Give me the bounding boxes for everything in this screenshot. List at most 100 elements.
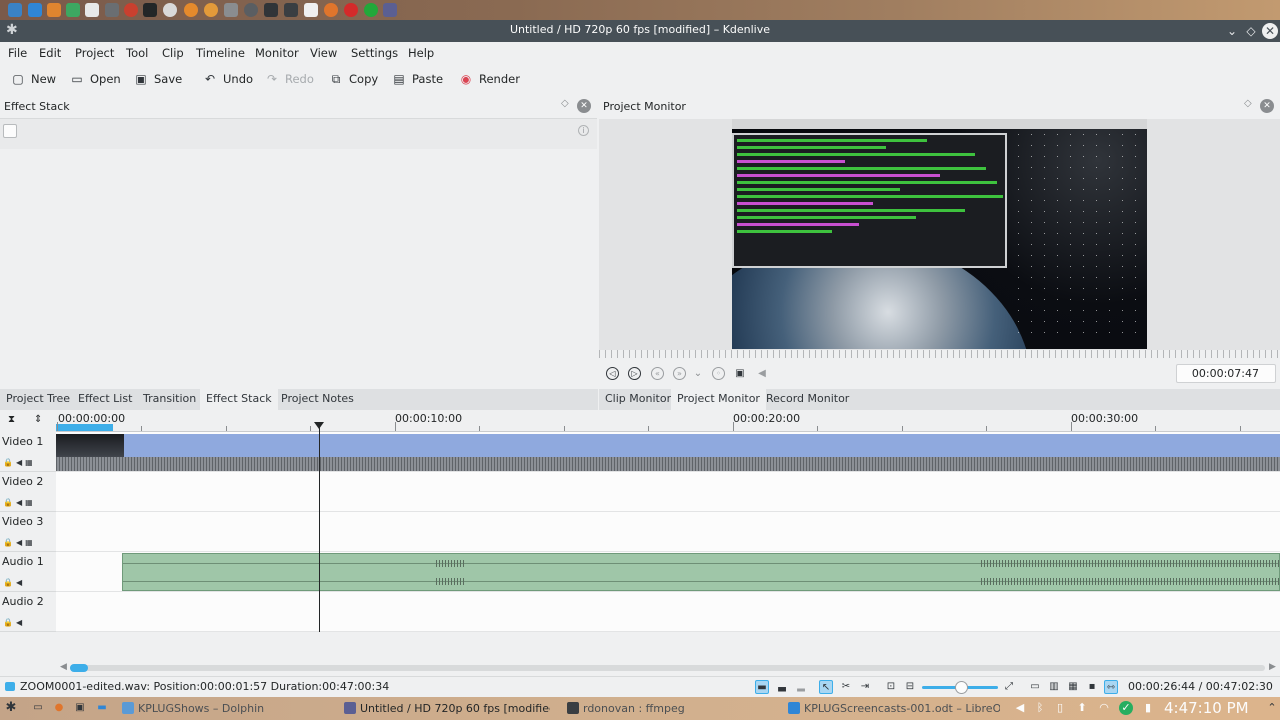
network-icon[interactable]: ◠ xyxy=(1097,701,1111,715)
track-video-3[interactable] xyxy=(56,512,1280,552)
razor-tool-icon[interactable]: ✂ xyxy=(839,680,853,694)
close-window-button[interactable]: ✕ xyxy=(1262,23,1278,39)
launcher-icon-3[interactable] xyxy=(47,3,61,17)
task-dolphin[interactable]: KPLUGShows – Dolphin xyxy=(120,699,332,718)
task-kdenlive[interactable]: Untitled / HD 720p 60 fps [modified] xyxy=(342,699,550,718)
show-audio-thumbs-icon[interactable]: ▦ xyxy=(1066,680,1080,694)
zoom-fit-icon[interactable]: ⧗ xyxy=(8,414,15,425)
launcher-icon-8[interactable] xyxy=(143,3,157,17)
select-tool-icon[interactable]: ↖ xyxy=(819,680,833,694)
task-terminal[interactable]: rdonovan : ffmpeg xyxy=(565,699,765,718)
audio-clip[interactable] xyxy=(122,553,1280,591)
show-video-thumbs-icon[interactable]: ▥ xyxy=(1047,680,1061,694)
open-button[interactable]: ▭ Open xyxy=(70,71,120,87)
battery-icon[interactable]: ▮ xyxy=(1141,701,1155,715)
task-libreoffice[interactable]: KPLUGScreencasts-001.odt – LibreOffice xyxy=(786,699,1000,718)
float-dock-icon[interactable]: ◇ xyxy=(561,99,571,109)
tab-clip-monitor[interactable]: Clip Monitor xyxy=(599,389,677,410)
track-height-icon[interactable]: ▬ xyxy=(755,680,769,694)
minimize-button[interactable]: ⌄ xyxy=(1224,23,1240,39)
tab-transition[interactable]: Transition xyxy=(137,389,202,410)
menu-view[interactable]: View xyxy=(310,46,337,60)
track-lock-mute-hide-icons[interactable]: 🔒◀▦ xyxy=(3,458,36,467)
scrollbar-track[interactable] xyxy=(70,665,1265,671)
copy-button[interactable]: ⧉ Copy xyxy=(329,71,378,87)
application-launcher-icon[interactable]: ✱ xyxy=(4,701,18,715)
thumbnail-icon[interactable]: ▃ xyxy=(775,680,789,694)
tab-project-tree[interactable]: Project Tree xyxy=(0,389,76,410)
zoom-out-icon[interactable]: ⊟ xyxy=(903,680,917,694)
timeline-scrollbar[interactable]: ◀ ▶ xyxy=(56,662,1280,676)
launcher-icon-6[interactable] xyxy=(105,3,119,17)
zone-icon[interactable]: ◦ xyxy=(712,367,725,380)
menu-clip[interactable]: Clip xyxy=(162,46,184,60)
tab-record-monitor[interactable]: Record Monitor xyxy=(760,389,855,410)
launcher-icon-17[interactable] xyxy=(324,3,338,17)
launcher-icon-15[interactable] xyxy=(284,3,298,17)
zoom-in-icon[interactable]: ⤢ xyxy=(1002,680,1016,694)
spacer-tool-icon[interactable]: ⇥ xyxy=(858,680,872,694)
save-button[interactable]: ▣ Save xyxy=(134,71,182,87)
zone-marker[interactable] xyxy=(56,424,113,431)
keep-above-button[interactable]: ◇ xyxy=(1243,23,1259,39)
chevron-up-icon[interactable]: ⌃ xyxy=(1265,701,1279,715)
volume-icon[interactable]: ◀ xyxy=(755,367,769,381)
track-header-video-3[interactable]: Video 3 🔒◀▦ xyxy=(0,512,56,552)
track-header-audio-1[interactable]: Audio 1 🔒◀ xyxy=(0,552,56,592)
launcher-icon-14[interactable] xyxy=(264,3,278,17)
firefox-icon[interactable]: ● xyxy=(52,701,66,715)
volume-icon[interactable]: ◀ xyxy=(1013,701,1027,715)
track-lock-mute-icons[interactable]: 🔒◀ xyxy=(3,618,25,627)
show-markers-icon[interactable]: ▪ xyxy=(1085,680,1099,694)
menu-monitor[interactable]: Monitor xyxy=(255,46,299,60)
menu-file[interactable]: File xyxy=(8,46,27,60)
track-header-audio-2[interactable]: Audio 2 🔒◀ xyxy=(0,592,56,632)
track-video-2[interactable] xyxy=(56,472,1280,512)
menu-tool[interactable]: Tool xyxy=(126,46,148,60)
updates-icon[interactable]: ⬆ xyxy=(1075,701,1089,715)
chevron-down-icon[interactable]: ⌄ xyxy=(691,367,705,381)
launcher-icon-7[interactable] xyxy=(124,3,138,17)
tab-effect-list[interactable]: Effect List xyxy=(72,389,138,410)
folder-icon[interactable]: ▭ xyxy=(31,701,45,715)
float-dock-icon[interactable]: ◇ xyxy=(1244,99,1254,109)
redo-button[interactable]: ↷ Redo xyxy=(265,71,314,87)
notifications-icon[interactable]: ✓ xyxy=(1119,701,1133,715)
track-lock-mute-icons[interactable]: 🔒◀ xyxy=(3,578,25,587)
terminal-icon[interactable]: ▣ xyxy=(73,701,87,715)
menu-timeline[interactable]: Timeline xyxy=(196,46,245,60)
audio-thumbnail-icon[interactable]: ▂ xyxy=(794,680,808,694)
split-audio-icon[interactable]: ▭ xyxy=(1028,680,1042,694)
launcher-icon-16[interactable] xyxy=(304,3,318,17)
rewind-icon[interactable]: « xyxy=(651,367,664,380)
video-clip[interactable] xyxy=(56,434,1280,471)
monitor-ruler[interactable] xyxy=(599,350,1280,358)
launcher-icon-5[interactable] xyxy=(85,3,99,17)
track-audio-1[interactable] xyxy=(56,552,1280,592)
track-video-1[interactable] xyxy=(56,432,1280,472)
launcher-icon-10[interactable] xyxy=(184,3,198,17)
scrollbar-thumb[interactable] xyxy=(70,664,88,672)
track-audio-2[interactable] xyxy=(56,592,1280,632)
launcher-icon-18[interactable] xyxy=(344,3,358,17)
tab-effect-stack[interactable]: Effect Stack xyxy=(200,389,278,410)
tab-project-monitor[interactable]: Project Monitor xyxy=(671,389,766,410)
play-icon[interactable]: ▷ xyxy=(628,367,641,380)
launcher-icon-4[interactable] xyxy=(66,3,80,17)
launcher-icon-11[interactable] xyxy=(204,3,218,17)
menu-settings[interactable]: Settings xyxy=(351,46,398,60)
enable-effects-checkbox[interactable] xyxy=(3,124,17,138)
launcher-icon-20[interactable] xyxy=(383,3,397,17)
playhead[interactable] xyxy=(319,424,320,632)
fit-zoom-icon[interactable]: ⊡ xyxy=(884,680,898,694)
bluetooth-icon[interactable]: ᛒ xyxy=(1033,701,1047,715)
fullscreen-icon[interactable]: ▣ xyxy=(733,367,747,381)
launcher-icon-9[interactable] xyxy=(163,3,177,17)
track-lock-mute-hide-icons[interactable]: 🔒◀▦ xyxy=(3,498,36,507)
launcher-icon-12[interactable] xyxy=(224,3,238,17)
launcher-icon-1[interactable] xyxy=(8,3,22,17)
timeline-ruler[interactable]: 00:00:00:00 00:00:10:00 00:00:20:00 00:0… xyxy=(56,410,1280,432)
clipboard-icon[interactable]: ▯ xyxy=(1053,701,1067,715)
render-button[interactable]: ◉ Render xyxy=(459,71,520,87)
info-icon[interactable]: i xyxy=(578,125,589,136)
